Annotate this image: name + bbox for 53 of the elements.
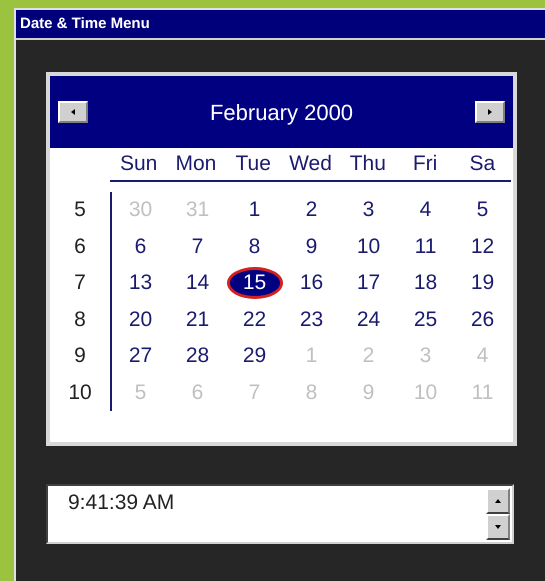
day-cell[interactable]: 10 (352, 234, 384, 260)
previous-month-button[interactable] (58, 101, 88, 123)
day-cell[interactable]: 27 (124, 343, 156, 370)
window-title: Date & Time Menu (20, 14, 150, 34)
day-cell[interactable]: 16 (296, 270, 328, 296)
day-cell[interactable]: 4 (416, 197, 436, 224)
day-cell[interactable]: 1 (244, 197, 264, 224)
decrement-button[interactable] (486, 514, 510, 540)
month-title: February 2000 (210, 98, 354, 127)
week-number: 7 (74, 270, 86, 296)
weekday-label: Wed (288, 151, 333, 177)
day-cell[interactable]: 3 (358, 197, 378, 224)
week-number: 8 (74, 306, 86, 332)
week-number: 6 (74, 234, 86, 260)
down-arrow-icon (494, 523, 502, 531)
weekday-label: Tue (234, 151, 272, 177)
day-cell[interactable]: 28 (182, 343, 214, 370)
day-cell[interactable]: 18 (410, 270, 442, 296)
day-cell[interactable]: 23 (296, 306, 328, 333)
day-cell[interactable]: 20 (124, 306, 156, 333)
day-cell[interactable]: 14 (182, 270, 214, 296)
day-cell[interactable]: 17 (352, 270, 384, 296)
day-cell[interactable]: 12 (466, 234, 498, 260)
day-cell[interactable]: 29 (238, 343, 270, 370)
time-field[interactable]: 9:41:39 AM (46, 484, 514, 544)
day-cell[interactable]: 26 (466, 306, 498, 333)
day-cell[interactable]: 9 (302, 234, 322, 260)
day-cell[interactable]: 24 (352, 306, 384, 333)
day-cell[interactable]: 11 (410, 234, 440, 260)
increment-button[interactable] (486, 488, 510, 514)
weekday-label: Fri (412, 151, 438, 177)
day-cell[interactable]: 21 (182, 306, 214, 333)
day-cell[interactable]: 6 (130, 234, 150, 260)
right-arrow-icon (486, 108, 494, 116)
week-number: 5 (74, 197, 86, 223)
weekday-label: Thu (348, 151, 387, 177)
week-number: 9 (74, 343, 86, 369)
day-cell[interactable]: 7 (188, 234, 208, 260)
day-cell[interactable]: 2 (302, 197, 322, 224)
weekday-label: Sa (468, 151, 496, 177)
day-cell[interactable]: 5 (472, 197, 492, 224)
left-arrow-icon (69, 108, 77, 116)
next-month-button[interactable] (475, 101, 505, 123)
day-cell[interactable]: 25 (410, 306, 442, 333)
day-cell[interactable]: 22 (238, 306, 270, 333)
day-cell[interactable]: 19 (466, 270, 498, 296)
up-arrow-icon (494, 497, 502, 505)
weekday-label: Mon (174, 151, 218, 177)
weekday-label: Sun (118, 151, 158, 177)
day-cell[interactable]: 15 (226, 267, 282, 300)
week-number: 10 (68, 380, 92, 406)
day-cell[interactable]: 8 (244, 234, 264, 260)
day-cell[interactable]: 13 (124, 270, 156, 296)
